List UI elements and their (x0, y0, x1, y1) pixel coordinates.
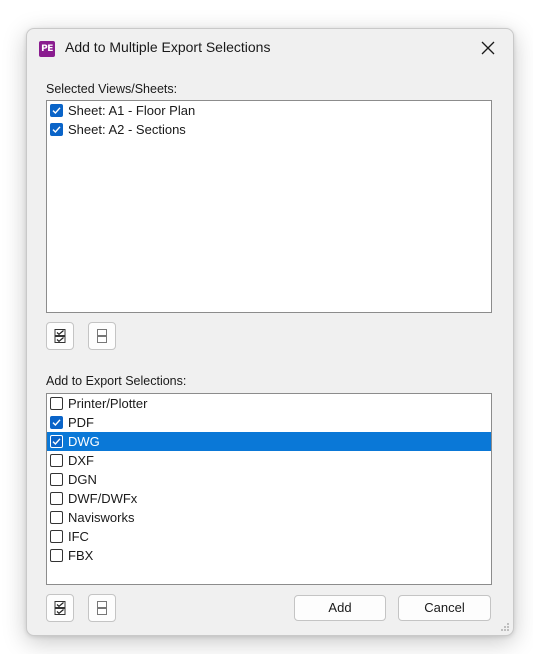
selected-views-label: Selected Views/Sheets: (46, 82, 178, 96)
checkmark-icon (52, 107, 61, 115)
list-item[interactable]: Navisworks (47, 508, 491, 527)
item-label: Printer/Plotter (68, 396, 148, 411)
item-label: DXF (68, 453, 94, 468)
item-checkbox[interactable] (50, 492, 63, 505)
check-all-icon (54, 329, 66, 343)
views-uncheck-all-button[interactable] (88, 322, 116, 350)
item-checkbox[interactable] (50, 454, 63, 467)
check-all-icon (54, 601, 66, 615)
export-check-all-button[interactable] (46, 594, 74, 622)
list-item[interactable]: FBX (47, 546, 491, 565)
uncheck-all-icon (97, 601, 107, 615)
selected-views-listbox[interactable]: Sheet: A1 - Floor Plan Sheet: A2 - Sectio… (46, 100, 492, 313)
views-check-all-button[interactable] (46, 322, 74, 350)
checkmark-icon (52, 126, 61, 134)
item-label: Navisworks (68, 510, 135, 525)
item-label: PDF (68, 415, 94, 430)
resize-grip-icon[interactable] (500, 622, 510, 632)
item-label: Sheet: A2 - Sections (68, 122, 186, 137)
app-logo-icon: PE (39, 41, 55, 57)
list-item[interactable]: DWG (47, 432, 491, 451)
list-item[interactable]: DGN (47, 470, 491, 489)
item-checkbox[interactable] (50, 104, 63, 117)
item-label: FBX (68, 548, 94, 563)
item-checkbox[interactable] (50, 397, 63, 410)
item-label: DWF/DWFx (68, 491, 138, 506)
list-item[interactable]: Sheet: A2 - Sections (47, 120, 491, 139)
close-icon (481, 41, 495, 55)
item-checkbox[interactable] (50, 473, 63, 486)
dialog-title: Add to Multiple Export Selections (65, 39, 271, 55)
uncheck-all-icon (97, 329, 107, 343)
item-checkbox[interactable] (50, 530, 63, 543)
item-checkbox[interactable] (50, 123, 63, 136)
add-to-export-selections-dialog: PE Add to Multiple Export Selections Sel… (26, 28, 514, 636)
item-label: IFC (68, 529, 89, 544)
cancel-button[interactable]: Cancel (398, 595, 491, 621)
list-item[interactable]: DWF/DWFx (47, 489, 491, 508)
item-checkbox[interactable] (50, 435, 63, 448)
checkmark-icon (52, 438, 61, 446)
add-button[interactable]: Add (294, 595, 386, 621)
item-label: DGN (68, 472, 97, 487)
list-item[interactable]: Sheet: A1 - Floor Plan (47, 101, 491, 120)
export-selections-label: Add to Export Selections: (46, 374, 187, 388)
list-item[interactable]: Printer/Plotter (47, 394, 491, 413)
item-label: Sheet: A1 - Floor Plan (68, 103, 196, 118)
list-item[interactable]: DXF (47, 451, 491, 470)
close-button[interactable] (471, 33, 505, 63)
item-label: DWG (68, 434, 100, 449)
checkmark-icon (52, 419, 61, 427)
item-checkbox[interactable] (50, 549, 63, 562)
list-item[interactable]: IFC (47, 527, 491, 546)
item-checkbox[interactable] (50, 511, 63, 524)
title-bar[interactable]: PE Add to Multiple Export Selections (27, 29, 513, 69)
export-selections-listbox[interactable]: Printer/Plotter PDF DWG DXF DGN DWF/DWFx Navis… (46, 393, 492, 585)
export-uncheck-all-button[interactable] (88, 594, 116, 622)
item-checkbox[interactable] (50, 416, 63, 429)
list-item[interactable]: PDF (47, 413, 491, 432)
